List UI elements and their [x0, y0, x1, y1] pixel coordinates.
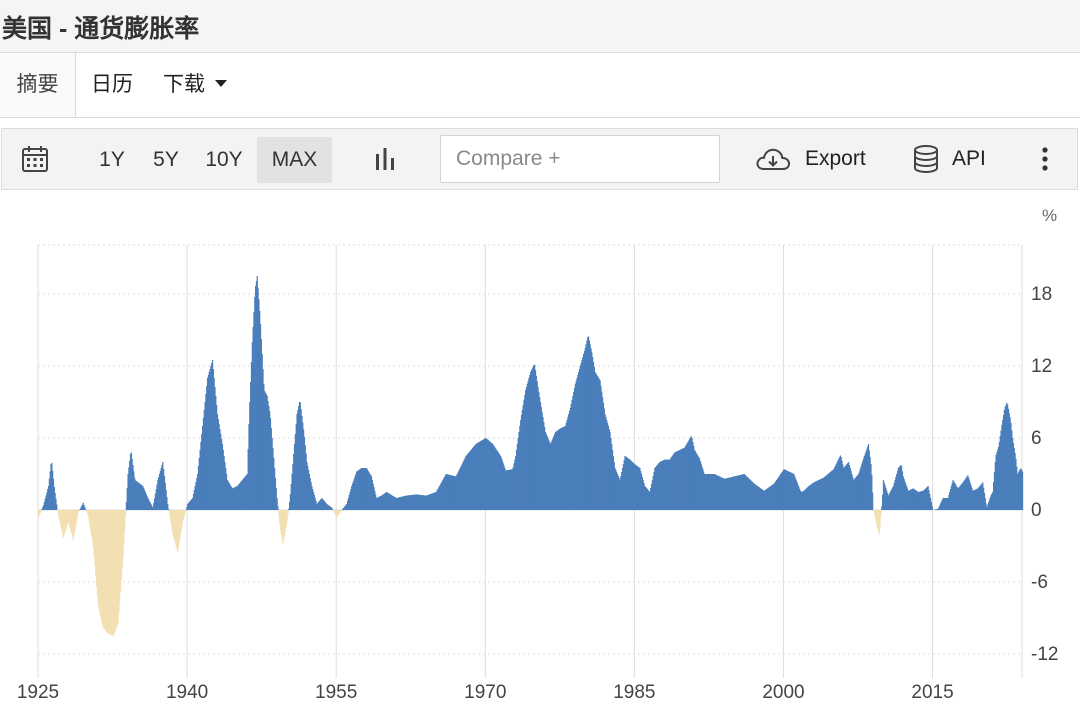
calendar-icon[interactable]: [16, 129, 54, 189]
bar: [872, 492, 874, 510]
y-tick-label: 12: [1031, 356, 1052, 377]
compare-input[interactable]: [440, 135, 720, 183]
range-max-button[interactable]: MAX: [257, 137, 332, 183]
y-tick-label: 0: [1031, 500, 1042, 521]
tab-calendar[interactable]: 日历: [91, 53, 133, 117]
bar: [85, 509, 87, 510]
bar: [78, 510, 80, 511]
bar: [168, 509, 170, 510]
database-icon: [914, 145, 938, 174]
cloud-download-icon: [756, 148, 791, 170]
page-title: 美国 - 通货膨胀率: [2, 15, 200, 43]
y-tick-label: 18: [1031, 284, 1052, 305]
title-bar: 美国 - 通货膨胀率: [0, 0, 1080, 52]
bar: [56, 504, 58, 510]
inflation-chart: 18 12 6 0 -6 -12 1925 1940 1955 1970 1985 2000 2015: [17, 244, 1058, 703]
x-tick-label: 2015: [911, 682, 953, 703]
y-tick-label: 6: [1031, 428, 1042, 449]
bar: [931, 506, 933, 510]
range-1y-button[interactable]: 1Y: [88, 137, 136, 183]
api-label: API: [952, 147, 986, 170]
chart-toolbar: 1Y 5Y 10Y MAX Export API: [1, 128, 1078, 190]
y-tick-label: -6: [1031, 572, 1048, 593]
x-tick-label: 1925: [17, 682, 59, 703]
more-vertical-icon[interactable]: [1032, 129, 1058, 189]
tab-bar: 摘要 日历 下载: [0, 52, 1080, 118]
bar: [1022, 471, 1024, 510]
x-tick-label: 1985: [613, 682, 655, 703]
export-label: Export: [805, 147, 866, 170]
bar: [340, 510, 342, 512]
chart-bars: [38, 276, 1024, 636]
range-10y-button[interactable]: 10Y: [196, 137, 252, 183]
export-button[interactable]: Export: [754, 129, 876, 189]
tab-download-label: 下载: [163, 73, 205, 96]
tab-download[interactable]: 下载: [163, 53, 227, 117]
x-tick-label: 1970: [464, 682, 506, 703]
x-tick-label: 1940: [166, 682, 208, 703]
tab-summary[interactable]: 摘要: [0, 53, 76, 117]
range-5y-button[interactable]: 5Y: [142, 137, 190, 183]
bar: [277, 506, 279, 510]
x-tick-label: 1955: [315, 682, 357, 703]
bar: [184, 510, 186, 513]
bar: [880, 510, 882, 517]
y-tick-label: -12: [1031, 644, 1058, 665]
bar: [332, 509, 334, 510]
bar-chart-icon[interactable]: [368, 129, 402, 189]
caret-down-icon: [215, 79, 227, 87]
bar: [124, 510, 127, 516]
bar: [287, 510, 289, 516]
bar: [40, 510, 42, 512]
x-tick-label: 2000: [762, 682, 804, 703]
api-button[interactable]: API: [912, 129, 994, 189]
